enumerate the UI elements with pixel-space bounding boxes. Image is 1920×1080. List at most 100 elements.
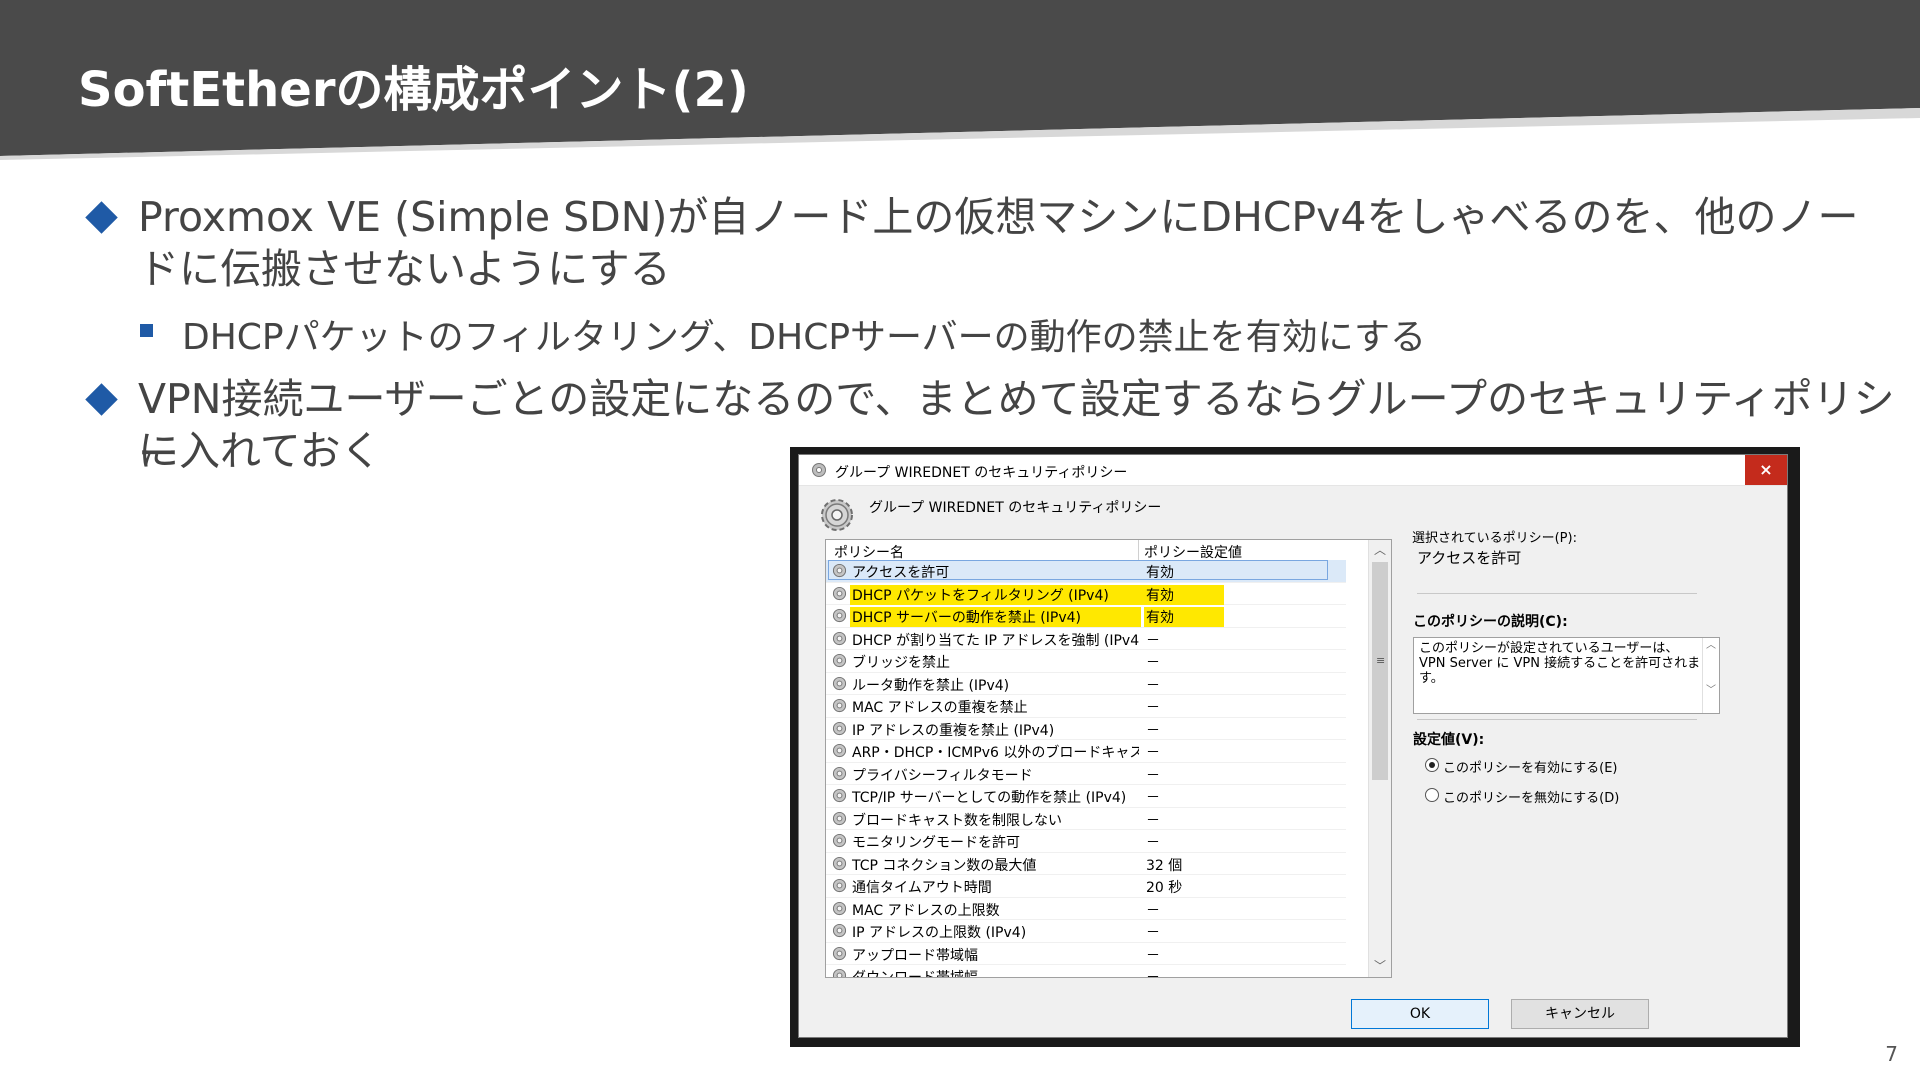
policy-row[interactable]: 通信タイムアウト時間 20 秒 [826, 875, 1346, 898]
policy-row[interactable]: IP アドレスの重複を禁止 (IPv4) － [826, 718, 1346, 740]
radio-unchecked-icon [1425, 788, 1439, 802]
policy-list[interactable]: ポリシー名 ポリシー設定値 アクセスを許可 有効 DHCP パケットをフィルタリング… [825, 539, 1392, 978]
disable-policy-radio-label: このポリシーを無効にする(D) [1443, 791, 1620, 806]
close-button[interactable]: × [1745, 455, 1787, 485]
policy-description-box[interactable]: このポリシーが設定されているユーザーは、VPN Server に VPN 接続す… [1413, 637, 1720, 714]
policy-value: － [1146, 790, 1160, 806]
policy-name: 通信タイムアウト時間 [852, 880, 992, 896]
policy-name: アップロード帯域幅 [852, 947, 978, 964]
policy-row[interactable]: MAC アドレスの重複を禁止 － [826, 695, 1346, 718]
description-scrollbar[interactable]: ︿ ﹀ [1702, 638, 1719, 713]
gear-icon [832, 631, 847, 645]
gear-icon [832, 833, 847, 848]
policy-row[interactable]: DHCP パケットをフィルタリング (IPv4) 有効 [826, 583, 1346, 605]
policy-name: DHCP サーバーの動作を禁止 (IPv4) [850, 607, 1141, 627]
page-number: 7 [1885, 1042, 1898, 1066]
gear-icon [832, 721, 847, 735]
policy-row[interactable]: TCP/IP サーバーとしての動作を禁止 (IPv4) － [826, 785, 1346, 808]
gear-icon [832, 811, 847, 825]
cancel-button[interactable]: キャンセル [1511, 999, 1649, 1029]
column-header-policy-value[interactable]: ポリシー設定値 [1144, 542, 1242, 562]
gear-icon [832, 766, 847, 780]
bullet-1-line-2: ドに伝搬させないようにする [138, 245, 671, 293]
policy-value: － [1146, 722, 1160, 739]
column-divider [1138, 540, 1139, 560]
slide-header: SoftEtherの構成ポイント(2) [0, 0, 1920, 160]
diamond-bullet-icon [85, 201, 118, 234]
gear-icon [832, 856, 847, 870]
policy-value: － [1146, 655, 1160, 671]
policy-name: IP アドレスの上限数 (IPv4) [852, 925, 1027, 941]
policy-name: ブロードキャスト数を制限しない [852, 812, 1062, 829]
policy-row[interactable]: ダウンロード帯域幅 － [826, 965, 1346, 978]
gear-icon [821, 499, 853, 531]
policy-row[interactable]: MAC アドレスの上限数 － [826, 898, 1346, 920]
policy-description-label: このポリシーの説明(C): [1413, 614, 1568, 630]
policy-value: － [1146, 835, 1160, 851]
gear-icon [812, 463, 826, 477]
policy-row[interactable]: アップロード帯域幅 － [826, 943, 1346, 965]
gear-icon [832, 586, 847, 600]
policy-value: － [1146, 632, 1160, 649]
gear-icon [832, 788, 847, 803]
ok-button[interactable]: OK [1351, 999, 1489, 1029]
policy-value: 32 個 [1146, 857, 1183, 874]
policy-row[interactable]: プライバシーフィルタモード － [826, 763, 1346, 785]
policy-name: ルータ動作を禁止 (IPv4) [852, 677, 1010, 694]
divider [1417, 719, 1697, 720]
policy-name: DHCP パケットをフィルタリング (IPv4) [850, 584, 1169, 605]
gear-icon [832, 878, 847, 893]
policy-name: DHCP が割り当てた IP アドレスを強制 (IPv4) [852, 632, 1139, 649]
policy-value: － [1146, 677, 1160, 694]
diamond-bullet-icon [85, 383, 118, 416]
gear-icon [832, 608, 847, 623]
setting-value-label: 設定値(V): [1413, 732, 1485, 748]
policy-value: － [1146, 947, 1160, 964]
dialog-window-title: グループ WIREDNET のセキュリティポリシー [835, 465, 1128, 481]
policy-list-scrollbar[interactable]: ︿ ≡ ﹀ [1368, 540, 1391, 977]
gear-icon [832, 743, 847, 758]
policy-name: MAC アドレスの上限数 [852, 902, 1000, 919]
divider [1417, 593, 1697, 594]
gear-icon [832, 698, 847, 713]
grip-icon: ≡ [1376, 654, 1386, 667]
policy-row[interactable]: アクセスを許可 有効 [826, 560, 1346, 583]
dialog-screenshot: グループ WIREDNET のセキュリティポリシー × グループ WIREDNE… [790, 447, 1800, 1047]
policy-row[interactable]: ARP・DHCP・ICMPv6 以外のブロードキャスト… － [826, 740, 1346, 763]
policy-name: ダウンロード帯域幅 [852, 970, 978, 978]
column-header-policy-name[interactable]: ポリシー名 [834, 542, 904, 562]
policy-value: 有効 [1146, 565, 1174, 581]
policy-value: － [1146, 812, 1160, 829]
policy-value: 有効 [1144, 584, 1224, 605]
scroll-up-icon[interactable]: ︿ [1369, 540, 1391, 560]
policy-name: TCP コネクション数の最大値 [852, 857, 1037, 874]
policy-row[interactable]: IP アドレスの上限数 (IPv4) － [826, 920, 1346, 943]
policy-row[interactable]: ブロードキャスト数を制限しない － [826, 808, 1346, 830]
square-bullet-icon [140, 324, 153, 337]
policy-value: － [1146, 767, 1160, 784]
sub-bullet-1-text: DHCPパケットのフィルタリング、DHCPサーバーの動作の禁止を有効にする [182, 317, 1427, 358]
policy-row[interactable]: ブリッジを禁止 － [826, 650, 1346, 673]
policy-value: － [1146, 700, 1160, 716]
policy-row[interactable]: DHCP サーバーの動作を禁止 (IPv4) 有効 [826, 605, 1346, 628]
policy-value: － [1146, 902, 1160, 919]
policy-name: IP アドレスの重複を禁止 (IPv4) [852, 722, 1055, 739]
gear-icon [832, 923, 847, 938]
policy-value: － [1146, 970, 1160, 978]
policy-value: 有効 [1144, 607, 1224, 627]
scroll-down-icon[interactable]: ﹀ [1369, 956, 1391, 976]
radio-checked-icon [1425, 758, 1439, 772]
policy-name: ブリッジを禁止 [852, 655, 950, 671]
policy-name: アクセスを許可 [852, 565, 950, 581]
policy-rows: アクセスを許可 有効 DHCP パケットをフィルタリング (IPv4) 有効 DHCP … [826, 560, 1346, 978]
policy-row[interactable]: モニタリングモードを許可 － [826, 830, 1346, 853]
gear-icon [832, 653, 847, 668]
policy-row[interactable]: DHCP が割り当てた IP アドレスを強制 (IPv4) － [826, 628, 1346, 650]
policy-row[interactable]: TCP コネクション数の最大値 32 個 [826, 853, 1346, 875]
scroll-thumb[interactable] [1372, 562, 1388, 780]
policy-value: － [1146, 745, 1160, 761]
policy-name: MAC アドレスの重複を禁止 [852, 700, 1028, 716]
policy-row[interactable]: ルータ動作を禁止 (IPv4) － [826, 673, 1346, 695]
policy-name: ARP・DHCP・ICMPv6 以外のブロードキャスト… [852, 745, 1139, 761]
dialog-heading: グループ WIREDNET のセキュリティポリシー [869, 500, 1162, 516]
